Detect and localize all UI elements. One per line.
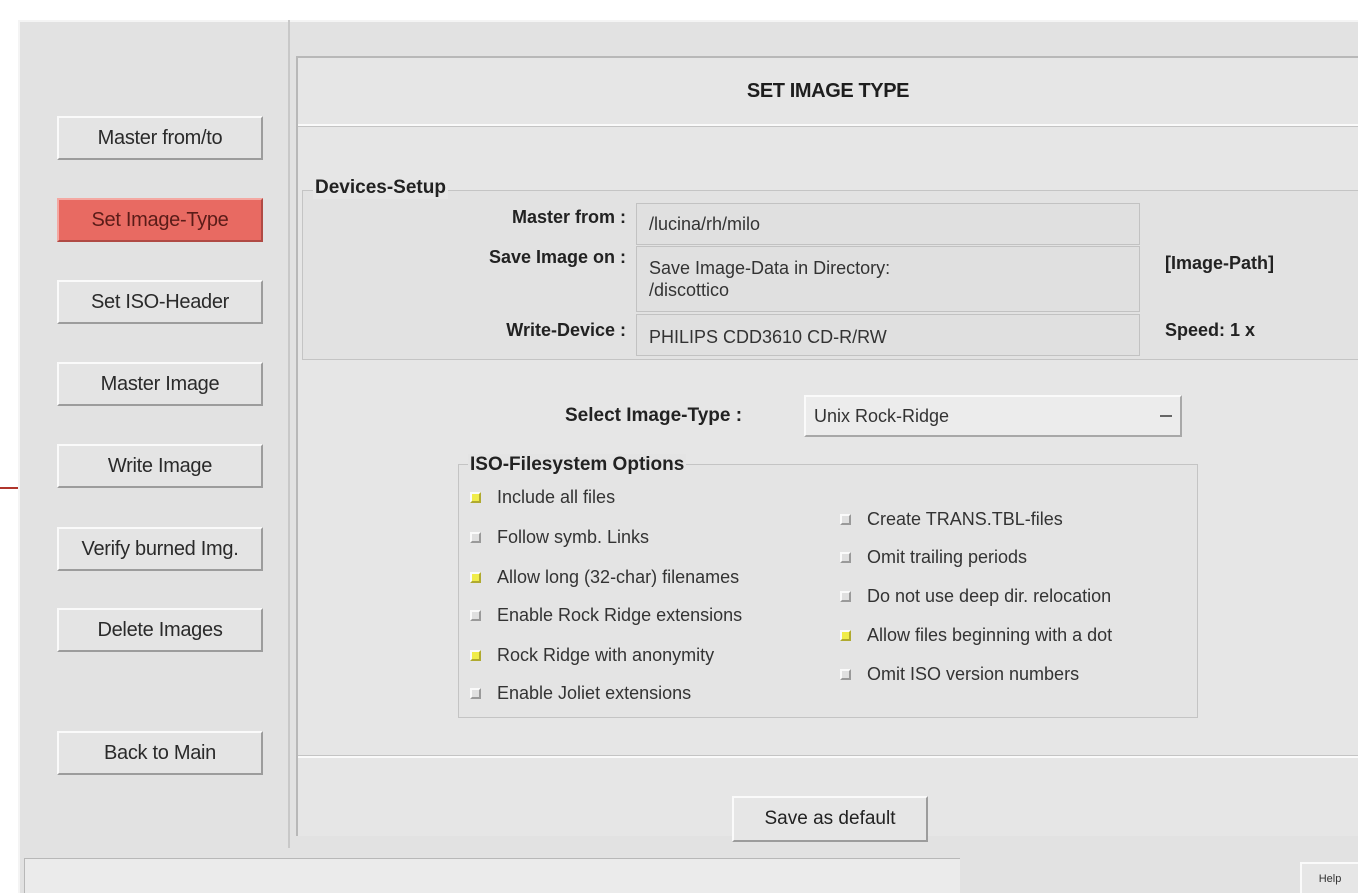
dropdown-indicator-icon — [1160, 415, 1172, 417]
option-label: Rock Ridge with anonymity — [497, 645, 715, 665]
master-image-button[interactable]: Master Image — [57, 362, 263, 406]
page-title: SET IMAGE TYPE — [298, 58, 1358, 126]
checkbox-icon[interactable] — [470, 492, 481, 503]
save-as-default-button[interactable]: Save as default — [732, 796, 928, 842]
image-type-select[interactable]: Unix Rock-Ridge — [804, 395, 1182, 437]
image-type-selected: Unix Rock-Ridge — [814, 405, 950, 426]
verify-burned-img-button[interactable]: Verify burned Img. — [57, 527, 263, 571]
save-image-line1: Save Image-Data in Directory: — [649, 258, 891, 278]
save-image-line2: /discottico — [649, 280, 730, 300]
option-label: Enable Rock Ridge extensions — [497, 605, 743, 625]
checkbox-icon[interactable] — [470, 610, 481, 621]
option-allow-dot-files[interactable]: Allow files beginning with a dot — [840, 625, 1112, 646]
checkbox-icon[interactable] — [470, 532, 481, 543]
option-label: Omit ISO version numbers — [867, 664, 1080, 684]
option-label: Follow symb. Links — [497, 527, 650, 547]
master-from-field: /lucina/rh/milo — [636, 203, 1140, 245]
checkbox-icon[interactable] — [470, 572, 481, 583]
option-label: Do not use deep dir. relocation — [867, 586, 1112, 606]
checkbox-icon[interactable] — [840, 669, 851, 680]
write-image-button[interactable]: Write Image — [57, 444, 263, 488]
write-device-value: PHILIPS CDD3610 CD-R/RW — [649, 327, 887, 347]
option-follow-symb-links[interactable]: Follow symb. Links — [470, 527, 649, 548]
option-enable-rock-ridge[interactable]: Enable Rock Ridge extensions — [470, 605, 742, 626]
write-device-field: PHILIPS CDD3610 CD-R/RW — [636, 314, 1140, 356]
checkbox-icon[interactable] — [470, 688, 481, 699]
side-marker — [0, 487, 18, 489]
iso-options-label: ISO-Filesystem Options — [468, 454, 687, 476]
option-enable-joliet[interactable]: Enable Joliet extensions — [470, 683, 691, 704]
option-label: Omit trailing periods — [867, 547, 1028, 567]
option-include-all-files[interactable]: Include all files — [470, 487, 615, 508]
master-from-to-button[interactable]: Master from/to — [57, 116, 263, 160]
option-create-trans-tbl[interactable]: Create TRANS.TBL-files — [840, 509, 1063, 530]
save-image-label: Save Image on : — [488, 247, 626, 267]
checkbox-icon[interactable] — [840, 514, 851, 525]
option-label: Allow long (32-char) filenames — [497, 567, 740, 587]
speed-label: Speed: 1 x — [1165, 320, 1256, 340]
delete-images-button[interactable]: Delete Images — [57, 608, 263, 652]
main-panel: SET IMAGE TYPE — [296, 56, 1358, 836]
option-label: Create TRANS.TBL-files — [867, 509, 1063, 529]
checkbox-icon[interactable] — [840, 591, 851, 602]
footer-divider — [298, 756, 1358, 758]
checkbox-icon[interactable] — [840, 630, 851, 641]
back-to-main-button[interactable]: Back to Main — [57, 731, 263, 775]
checkbox-icon[interactable] — [840, 552, 851, 563]
save-image-field: Save Image-Data in Directory: /discottic… — [636, 246, 1140, 312]
checkbox-icon[interactable] — [470, 650, 481, 661]
help-button[interactable]: Help — [1300, 862, 1358, 893]
status-bar — [24, 858, 960, 893]
option-rock-ridge-anonymity[interactable]: Rock Ridge with anonymity — [470, 645, 714, 666]
select-image-type-label: Select Image-Type : — [565, 405, 743, 426]
option-omit-iso-version[interactable]: Omit ISO version numbers — [840, 664, 1079, 685]
option-allow-long-filenames[interactable]: Allow long (32-char) filenames — [470, 567, 739, 588]
option-label: Include all files — [497, 487, 616, 507]
option-omit-trailing-periods[interactable]: Omit trailing periods — [840, 547, 1027, 568]
devices-setup-label: Devices-Setup — [313, 177, 448, 199]
image-path-label: [Image-Path] — [1165, 253, 1275, 273]
option-label: Allow files beginning with a dot — [867, 625, 1113, 645]
set-image-type-button[interactable]: Set Image-Type — [57, 198, 263, 242]
option-label: Enable Joliet extensions — [497, 683, 692, 703]
set-iso-header-button[interactable]: Set ISO-Header — [57, 280, 263, 324]
write-device-label: Write-Device : — [506, 320, 626, 340]
option-no-deep-dir-relocation[interactable]: Do not use deep dir. relocation — [840, 586, 1111, 607]
master-from-label: Master from : — [511, 207, 626, 227]
master-from-value: /lucina/rh/milo — [649, 214, 761, 234]
